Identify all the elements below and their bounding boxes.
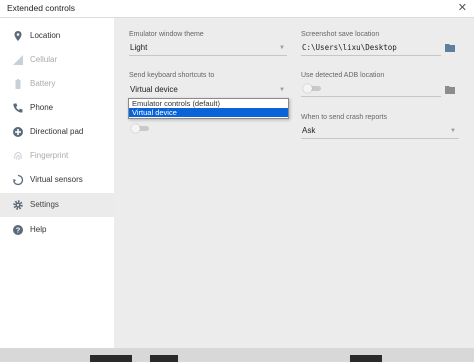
- svg-text:?: ?: [16, 226, 21, 235]
- adb-label: Use detected ADB location: [301, 72, 385, 79]
- rotate-icon: [13, 174, 24, 186]
- folder-icon[interactable]: [445, 85, 455, 94]
- adb-path-underline: [301, 96, 441, 97]
- battery-icon: [15, 79, 21, 89]
- shortcuts-select[interactable]: Virtual device: [130, 85, 178, 94]
- sidebar-item-virtual-sensors[interactable]: Virtual sensors: [0, 168, 114, 192]
- sidebar: Location Cellular Battery Phone Directio…: [0, 18, 114, 348]
- toggle-thumb: [303, 84, 312, 93]
- sidebar-item-label: Battery: [30, 79, 56, 88]
- sidebar-item-label: Phone: [30, 103, 54, 112]
- shortcuts-dropdown-list: Emulator controls (default) Virtual devi…: [128, 98, 289, 119]
- screenshot-underline: [301, 55, 441, 56]
- sidebar-item-location[interactable]: Location: [0, 24, 114, 48]
- gear-icon: [13, 200, 23, 210]
- chevron-down-icon: ▼: [450, 128, 456, 134]
- sidebar-item-fingerprint[interactable]: Fingerprint: [0, 144, 114, 168]
- chevron-down-icon: ▼: [279, 45, 285, 51]
- sidebar-item-label: Settings: [30, 200, 59, 209]
- title-bar: Extended controls ✕: [0, 0, 474, 18]
- theme-underline: [129, 55, 287, 56]
- background-block: [150, 355, 178, 362]
- sidebar-item-label: Directional pad: [30, 127, 84, 136]
- close-icon[interactable]: ✕: [458, 1, 467, 14]
- sidebar-item-battery[interactable]: Battery: [0, 72, 114, 96]
- background-strip: [0, 348, 474, 362]
- window-title: Extended controls: [7, 3, 76, 13]
- theme-select[interactable]: Light: [130, 43, 147, 52]
- sidebar-item-cellular[interactable]: Cellular: [0, 48, 114, 72]
- settings-toggle[interactable]: [131, 124, 149, 133]
- fingerprint-icon: [14, 152, 22, 161]
- crash-label: When to send crash reports: [301, 114, 387, 121]
- screenshot-path-field[interactable]: C:\Users\lixu\Desktop: [302, 43, 397, 52]
- sidebar-item-directional-pad[interactable]: Directional pad: [0, 120, 114, 144]
- toggle-thumb: [131, 124, 140, 133]
- settings-panel: [114, 18, 474, 348]
- dropdown-option[interactable]: Emulator controls (default): [129, 99, 288, 108]
- dpad-icon: [13, 127, 23, 137]
- chevron-down-icon: ▼: [279, 87, 285, 93]
- crash-select[interactable]: Ask: [302, 126, 315, 135]
- background-block: [350, 355, 382, 362]
- sidebar-item-label: Cellular: [30, 55, 58, 64]
- crash-underline: [301, 138, 459, 139]
- help-icon: ?: [13, 225, 23, 235]
- theme-label: Emulator window theme: [129, 31, 204, 38]
- sidebar-item-help[interactable]: ? Help: [0, 218, 114, 242]
- cellular-signal-icon: [13, 55, 23, 65]
- screenshot-label: Screenshot save location: [301, 31, 380, 38]
- dropdown-option-selected[interactable]: Virtual device: [129, 108, 288, 117]
- sidebar-item-label: Fingerprint: [30, 151, 69, 160]
- sidebar-item-label: Location: [30, 31, 61, 40]
- adb-toggle[interactable]: [303, 84, 321, 93]
- sidebar-item-label: Virtual sensors: [30, 175, 83, 184]
- sidebar-item-settings[interactable]: Settings: [0, 193, 114, 217]
- folder-icon[interactable]: [445, 43, 455, 52]
- sidebar-item-phone[interactable]: Phone: [0, 96, 114, 120]
- sidebar-item-label: Help: [30, 225, 47, 234]
- phone-icon: [13, 103, 23, 113]
- background-block: [90, 355, 132, 362]
- location-pin-icon: [14, 31, 22, 41]
- shortcuts-label: Send keyboard shortcuts to: [129, 72, 215, 79]
